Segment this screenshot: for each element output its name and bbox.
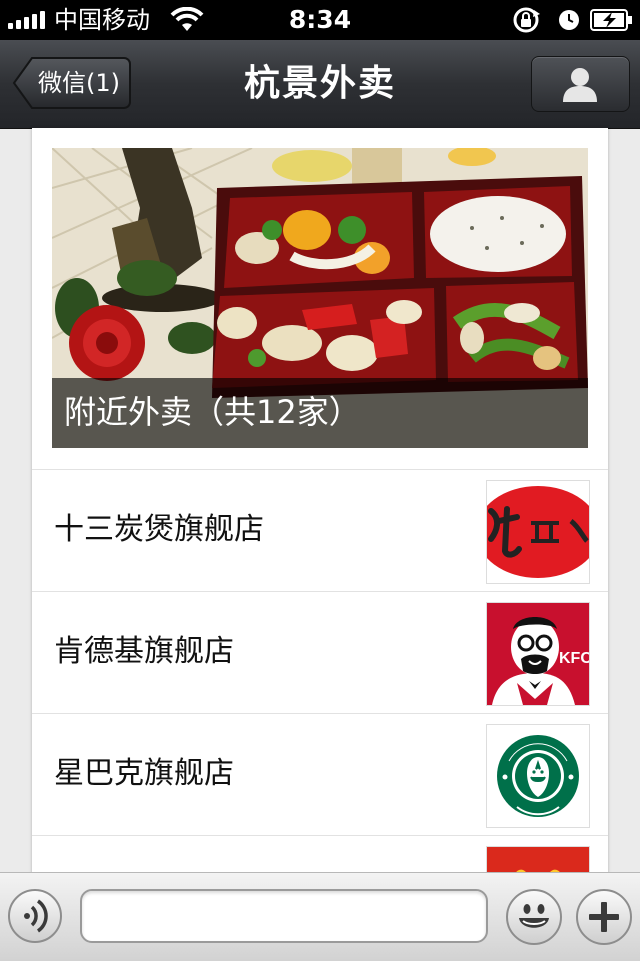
hero-caption: 附近外卖（共12家） [64,393,361,431]
person-icon [563,68,597,102]
plus-button[interactable] [576,889,632,945]
status-bar: 中国移动 8:34 [0,0,640,40]
svg-text:KFC: KFC [559,650,589,667]
kfc-logo: KFC [486,602,590,706]
starbucks-logo [486,724,590,828]
battery-charging-icon [590,9,632,31]
message-input[interactable] [80,889,488,943]
chat-input-bar [0,872,640,961]
profile-button[interactable] [531,56,630,112]
lao-xi-logo-graphic [487,481,589,583]
voice-button[interactable] [8,889,62,943]
lao-xi-red-logo [486,480,590,584]
kfc-logo-graphic: KFC [487,603,589,705]
emoji-button[interactable] [506,889,562,945]
takeout-card: 附近外卖（共12家） 十三炭煲旗舰店 肯德基旗舰店 KFC 星巴克旗舰店 [32,128,608,888]
hero-caption-bar: 附近外卖（共12家） [52,378,588,448]
status-time: 8:34 [288,5,352,34]
emoji-icon [519,904,549,928]
hero-banner[interactable]: 附近外卖（共12家） [52,148,588,448]
store-row[interactable]: 肯德基旗舰店 KFC [32,591,608,714]
voice-icon [24,899,48,933]
store-name: 十三炭煲旗舰店 [54,512,264,547]
starbucks-logo-graphic [487,725,589,827]
plus-icon [589,902,619,932]
store-name: 星巴克旗舰店 [54,756,234,791]
rotation-lock-icon [513,7,540,33]
navigation-bar: 微信(1) 杭景外卖 [0,40,640,129]
alarm-icon [559,10,579,30]
store-row[interactable]: 十三炭煲旗舰店 [32,469,608,592]
store-row[interactable]: 星巴克旗舰店 [32,713,608,836]
store-name: 肯德基旗舰店 [54,634,234,669]
